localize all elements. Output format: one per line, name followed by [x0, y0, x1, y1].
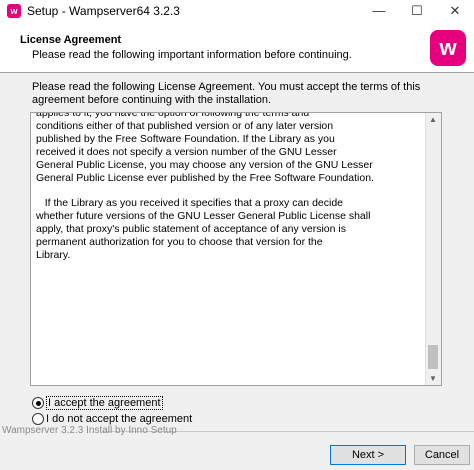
- accept-option[interactable]: I accept the agreement: [32, 396, 232, 410]
- license-text: applies to it, you have the option of fo…: [36, 112, 374, 261]
- maximize-icon[interactable]: ☐: [398, 0, 436, 22]
- license-scrollbar[interactable]: ▲ ▼: [425, 113, 441, 385]
- scroll-up-icon[interactable]: ▲: [429, 115, 437, 124]
- cancel-button[interactable]: Cancel: [414, 445, 470, 465]
- window-title: Setup - Wampserver64 3.2.3: [27, 4, 180, 18]
- close-icon[interactable]: ✕: [436, 0, 474, 22]
- minimize-icon[interactable]: —: [360, 0, 398, 22]
- wizard-header: [0, 22, 474, 70]
- title-bar: w Setup - Wampserver64 3.2.3 — ☐ ✕: [0, 0, 474, 22]
- license-text-box[interactable]: applies to it, you have the option of fo…: [30, 112, 442, 386]
- scroll-thumb[interactable]: [428, 345, 438, 369]
- next-button[interactable]: Next >: [330, 445, 406, 465]
- wamp-app-icon: w: [7, 4, 21, 18]
- accept-radio[interactable]: [32, 397, 44, 409]
- page-title: License Agreement: [20, 34, 122, 46]
- license-instructions: Please read the following License Agreem…: [32, 81, 421, 106]
- wampserver-logo-letter: w: [439, 35, 457, 60]
- scroll-down-icon[interactable]: ▼: [429, 374, 437, 383]
- decline-label: I do not accept the agreement: [46, 413, 193, 425]
- decline-option[interactable]: I do not accept the agreement: [32, 412, 232, 426]
- wampserver-logo: w: [430, 30, 466, 66]
- page-subtitle: Please read the following important info…: [32, 49, 352, 61]
- accept-label: I accept the agreement: [46, 396, 163, 410]
- installer-brand-text: Wampserver 3.2.3 Install by Inno Setup: [2, 425, 177, 436]
- decline-radio[interactable]: [32, 413, 44, 425]
